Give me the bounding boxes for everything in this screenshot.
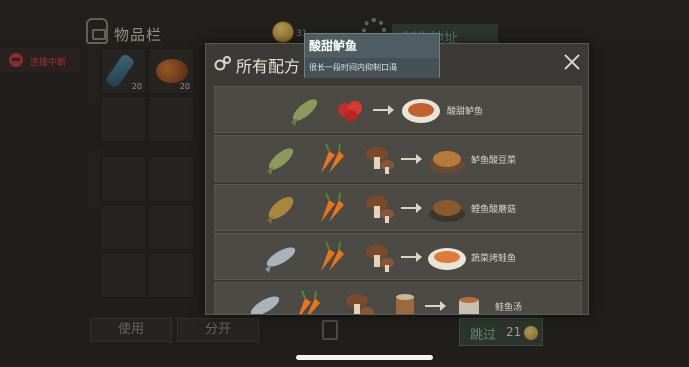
home-indicator[interactable] xyxy=(296,355,433,360)
canned-food-icon xyxy=(396,294,414,314)
recipe-row[interactable]: 鲑鱼汤 xyxy=(214,282,582,314)
mushroom-icon xyxy=(366,245,394,272)
roast-salmon-dish-icon xyxy=(428,248,466,270)
carrot-icon xyxy=(321,192,344,222)
recipe-row[interactable]: 酸甜鲈鱼 xyxy=(214,86,582,133)
carrot-icon xyxy=(321,241,344,271)
tooltip-description: 很长一段时间内抑制口渴 xyxy=(305,58,439,78)
dish-name: 酸甜鲈鱼 xyxy=(447,107,484,117)
perch-pickle-dish-icon xyxy=(429,151,465,173)
carrot-icon xyxy=(321,143,344,173)
perch-fish-icon xyxy=(291,99,318,126)
arrow-icon xyxy=(425,301,446,311)
recipe-row[interactable]: 鲤鱼酸蘑菇 xyxy=(214,184,582,231)
recipe-tooltip: 酸甜鲈鱼 很长一段时间内抑制口渴 xyxy=(304,33,440,78)
dish-name: 鲑鱼汤 xyxy=(495,303,523,313)
recipe-row[interactable]: 鲈鱼酸豆菜 xyxy=(214,135,582,182)
dish-name: 蔬菜烤鲑鱼 xyxy=(471,254,517,264)
sweet-sour-perch-dish-icon xyxy=(402,99,440,123)
tooltip-title: 酸甜鲈鱼 xyxy=(309,39,358,53)
recipe-gear-icon xyxy=(214,56,231,71)
recipe-row[interactable]: 蔬菜烤鲑鱼 xyxy=(214,233,582,280)
mushroom-icon xyxy=(366,196,394,223)
dish-name: 鲤鱼酸蘑菇 xyxy=(471,205,517,215)
carp-mushroom-dish-icon xyxy=(429,200,465,222)
carrot-icon xyxy=(299,290,320,314)
perch-fish-icon xyxy=(267,148,294,175)
carp-fish-icon xyxy=(267,196,294,224)
close-icon[interactable] xyxy=(562,52,582,72)
recipes-modal: 所有配方 酸甜鲈鱼 鲈鱼酸豆菜 鲤鱼酸蘑菇 蔬菜烤鲑鱼 鲑鱼汤 xyxy=(205,43,589,315)
salmon-soup-dish-icon xyxy=(459,297,479,314)
recipe-list: 酸甜鲈鱼 鲈鱼酸豆菜 鲤鱼酸蘑菇 蔬菜烤鲑鱼 鲑鱼汤 xyxy=(214,86,582,314)
arrow-icon xyxy=(401,154,422,164)
arrow-icon xyxy=(401,252,422,262)
arrow-icon xyxy=(401,203,422,213)
arrow-icon xyxy=(373,105,394,115)
salmon-fish-icon xyxy=(250,296,280,314)
modal-title: 所有配方 xyxy=(236,57,301,76)
mushroom-icon xyxy=(346,294,374,314)
tomatoes-icon xyxy=(338,101,362,122)
salmon-fish-icon xyxy=(265,247,296,273)
dish-name: 鲈鱼酸豆菜 xyxy=(471,156,517,166)
mushroom-icon xyxy=(366,147,394,174)
